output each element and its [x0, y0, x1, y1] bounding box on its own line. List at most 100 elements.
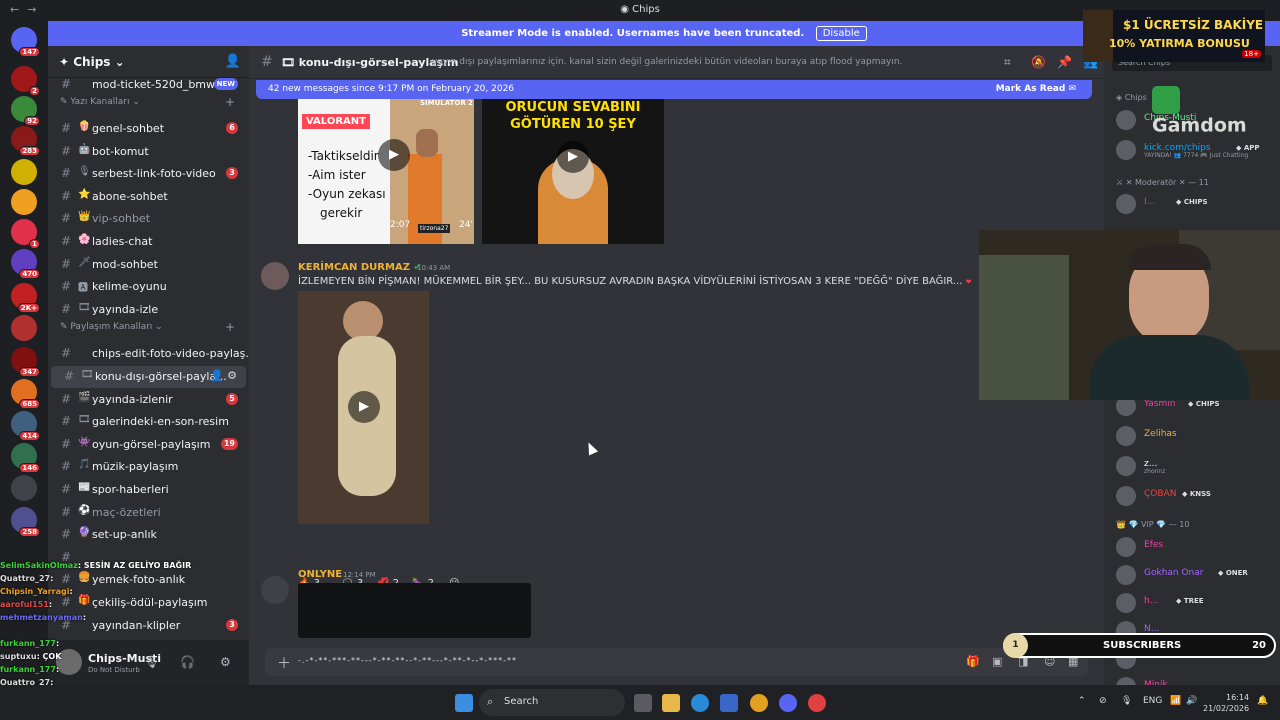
role-header: ◈ Chips: [1116, 93, 1147, 102]
threads-icon[interactable]: ⌗: [1004, 55, 1011, 70]
server-icon[interactable]: 1: [11, 219, 40, 249]
server-icon[interactable]: 258: [11, 507, 40, 537]
file-explorer-icon[interactable]: [662, 694, 680, 712]
channel-item[interactable]: # 👑 vip-sohbet: [48, 208, 249, 230]
server-icon[interactable]: 414: [11, 411, 40, 441]
play-icon[interactable]: ▶: [378, 139, 410, 171]
direct-messages-icon[interactable]: 147: [11, 27, 40, 57]
settings-gear-icon[interactable]: ⚙: [220, 655, 231, 669]
channel-item[interactable]: # ⭐ abone-sohbet: [48, 186, 249, 208]
server-icon[interactable]: [11, 189, 37, 215]
video-thumbnail-valorant[interactable]: VALORANT -Taktikseldir -Aim ister -Oyun …: [298, 99, 474, 244]
member-item[interactable]: Efes: [1116, 535, 1276, 559]
message-composer[interactable]: ＋ -.-*-**-***-**---*-**-**--*-**---*-**-…: [265, 648, 1088, 676]
channel-item[interactable]: # 📰 spor-haberleri: [48, 479, 249, 501]
guild-badge: 258: [19, 527, 40, 537]
video-thumbnail-orucun[interactable]: ORUCUN SEVABINI GÖTÜREN 10 ŞEY ▶: [482, 99, 664, 244]
wifi-icon[interactable]: 📶: [1170, 696, 1181, 706]
member-tag-text: APP: [1243, 144, 1260, 152]
add-attachment-icon[interactable]: ＋: [277, 653, 291, 673]
webcam-shirt: [1089, 335, 1249, 400]
server-icon[interactable]: 685: [11, 379, 40, 409]
channel-item[interactable]: # 🎬 yayında-izlenir 5: [48, 389, 249, 411]
discord-taskbar-icon[interactable]: [779, 694, 797, 712]
server-icon[interactable]: [11, 315, 37, 341]
play-icon[interactable]: ▶: [348, 391, 380, 423]
volume-icon[interactable]: 🔊: [1186, 696, 1197, 706]
channel-label: galerindeki-en-son-resim: [92, 415, 229, 429]
tray-chevron-icon[interactable]: ⌃: [1078, 696, 1086, 706]
create-channel-icon[interactable]: +: [225, 95, 235, 109]
app-taskbar-icon[interactable]: [808, 694, 826, 712]
hash-icon: #: [61, 166, 72, 181]
start-menu-icon[interactable]: [455, 694, 473, 712]
add-friend-icon[interactable]: 👤: [225, 54, 241, 69]
edge-icon[interactable]: [691, 694, 709, 712]
avatar[interactable]: [261, 262, 289, 290]
channel-item[interactable]: # 🎙 serbest-link-foto-video 3: [48, 163, 249, 185]
server-icon[interactable]: 2K+: [11, 283, 40, 313]
member-tag-text: KNSS: [1189, 490, 1211, 498]
channel-item[interactable]: # 🗡 mod-sohbet: [48, 254, 249, 276]
video-attachment[interactable]: ▶: [298, 291, 429, 524]
channel-item[interactable]: # 🍿 genel-sohbet 6: [48, 118, 249, 140]
mark-as-read-button[interactable]: Mark As Read ✉: [996, 80, 1076, 99]
composer-input[interactable]: -.-*-**-***-**---*-**-**--*-**---*-**-*-…: [298, 656, 517, 665]
pin-icon[interactable]: 📌: [1057, 55, 1072, 69]
taskbar-clock[interactable]: 16:14 21/02/2026: [1203, 692, 1249, 714]
channel-settings-icon[interactable]: ⚙: [227, 369, 237, 382]
notification-bell-icon[interactable]: 🔕: [1031, 55, 1046, 69]
gif-icon[interactable]: ▣: [992, 655, 1002, 668]
notifications-icon[interactable]: 🔔: [1257, 696, 1268, 706]
disable-streamer-mode-button[interactable]: Disable: [815, 26, 867, 41]
channel-item[interactable]: # ⚽ maç-özetleri: [48, 502, 249, 524]
avatar[interactable]: [261, 576, 289, 604]
task-view-icon[interactable]: [634, 694, 652, 712]
channel-category[interactable]: ✎ Paylaşım Kanalları ⌄ +: [60, 320, 235, 334]
channel-item[interactable]: # 🅰kelime-oyunu: [48, 276, 249, 298]
tray-mic-icon[interactable]: 🎙: [1121, 696, 1132, 706]
member-item[interactable]: Gokhan Onar ◆ ONER: [1116, 563, 1276, 587]
invite-icon[interactable]: 👤: [210, 369, 224, 382]
channel-item[interactable]: # 🎞 konu-dışı-görsel-payla... 👤 ⚙: [51, 366, 246, 388]
member-item[interactable]: I... ◆ CHIPS: [1116, 192, 1276, 216]
channel-item[interactable]: # chips-edit-foto-video-paylaş...: [48, 343, 256, 365]
channel-item[interactable]: # 👾 oyun-görsel-paylaşım 19: [48, 434, 249, 456]
store-icon[interactable]: [720, 694, 738, 712]
message-author[interactable]: ONLYNE: [298, 569, 342, 580]
channel-item[interactable]: # 🤖 bot-komut: [48, 141, 249, 163]
server-icon[interactable]: 92: [11, 96, 40, 126]
server-icon[interactable]: 470: [11, 249, 40, 279]
chrome-icon[interactable]: [750, 694, 768, 712]
member-item[interactable]: Zelihas: [1116, 424, 1276, 448]
create-channel-icon[interactable]: +: [225, 320, 235, 334]
new-messages-bar[interactable]: 42 new messages since 9:17 PM on Februar…: [256, 80, 1092, 99]
gift-icon[interactable]: 🎁: [966, 655, 980, 668]
channel-topic[interactable]: yayın dışı paylaşımlarınız için. kanal s…: [432, 57, 902, 67]
member-item[interactable]: ÇOBAN ◆ KNSS: [1116, 484, 1276, 508]
image-attachment[interactable]: [298, 583, 531, 638]
member-item[interactable]: z... zhonnz: [1116, 454, 1276, 478]
overlay-chat-line: Chipsin_Yarragi:: [0, 587, 200, 600]
server-icon[interactable]: [11, 159, 37, 185]
member-item[interactable]: h... ◆ TREE: [1116, 591, 1276, 615]
member-item[interactable]: kick.com/chips ◆ APP YAYINDA! 👥 7774 🎮 Jus…: [1116, 138, 1276, 162]
server-icon[interactable]: [11, 475, 37, 501]
server-icon[interactable]: 283: [11, 126, 40, 156]
message-author[interactable]: KERİMCAN DURMAZ ✔: [298, 262, 422, 273]
server-icon[interactable]: 347: [11, 347, 40, 377]
video-duration: 2:07: [390, 220, 411, 230]
tray-app-icon[interactable]: ⊘: [1099, 696, 1107, 706]
server-icon[interactable]: 2: [11, 66, 40, 96]
channel-item[interactable]: # 🔮 set-up-anlık: [48, 524, 249, 546]
channel-item[interactable]: # mod-ticket-520d_bmw2... NEW: [48, 74, 249, 96]
channel-item[interactable]: # 🎞 galerindeki-en-son-resim: [48, 411, 249, 433]
input-language[interactable]: ENG: [1143, 696, 1162, 706]
channel-item[interactable]: # 🎵 müzik-paylaşım: [48, 456, 249, 478]
channel-item[interactable]: # 🌸 ladies-chat: [48, 231, 249, 253]
channel-item[interactable]: # 🎞 yayında-izle: [48, 299, 249, 321]
channel-category[interactable]: ✎ Yazı Kanalları ⌄ +: [60, 95, 235, 109]
taskbar-search[interactable]: ⌕ Search: [479, 689, 625, 716]
play-icon[interactable]: ▶: [557, 141, 589, 173]
server-icon[interactable]: 146: [11, 443, 40, 473]
